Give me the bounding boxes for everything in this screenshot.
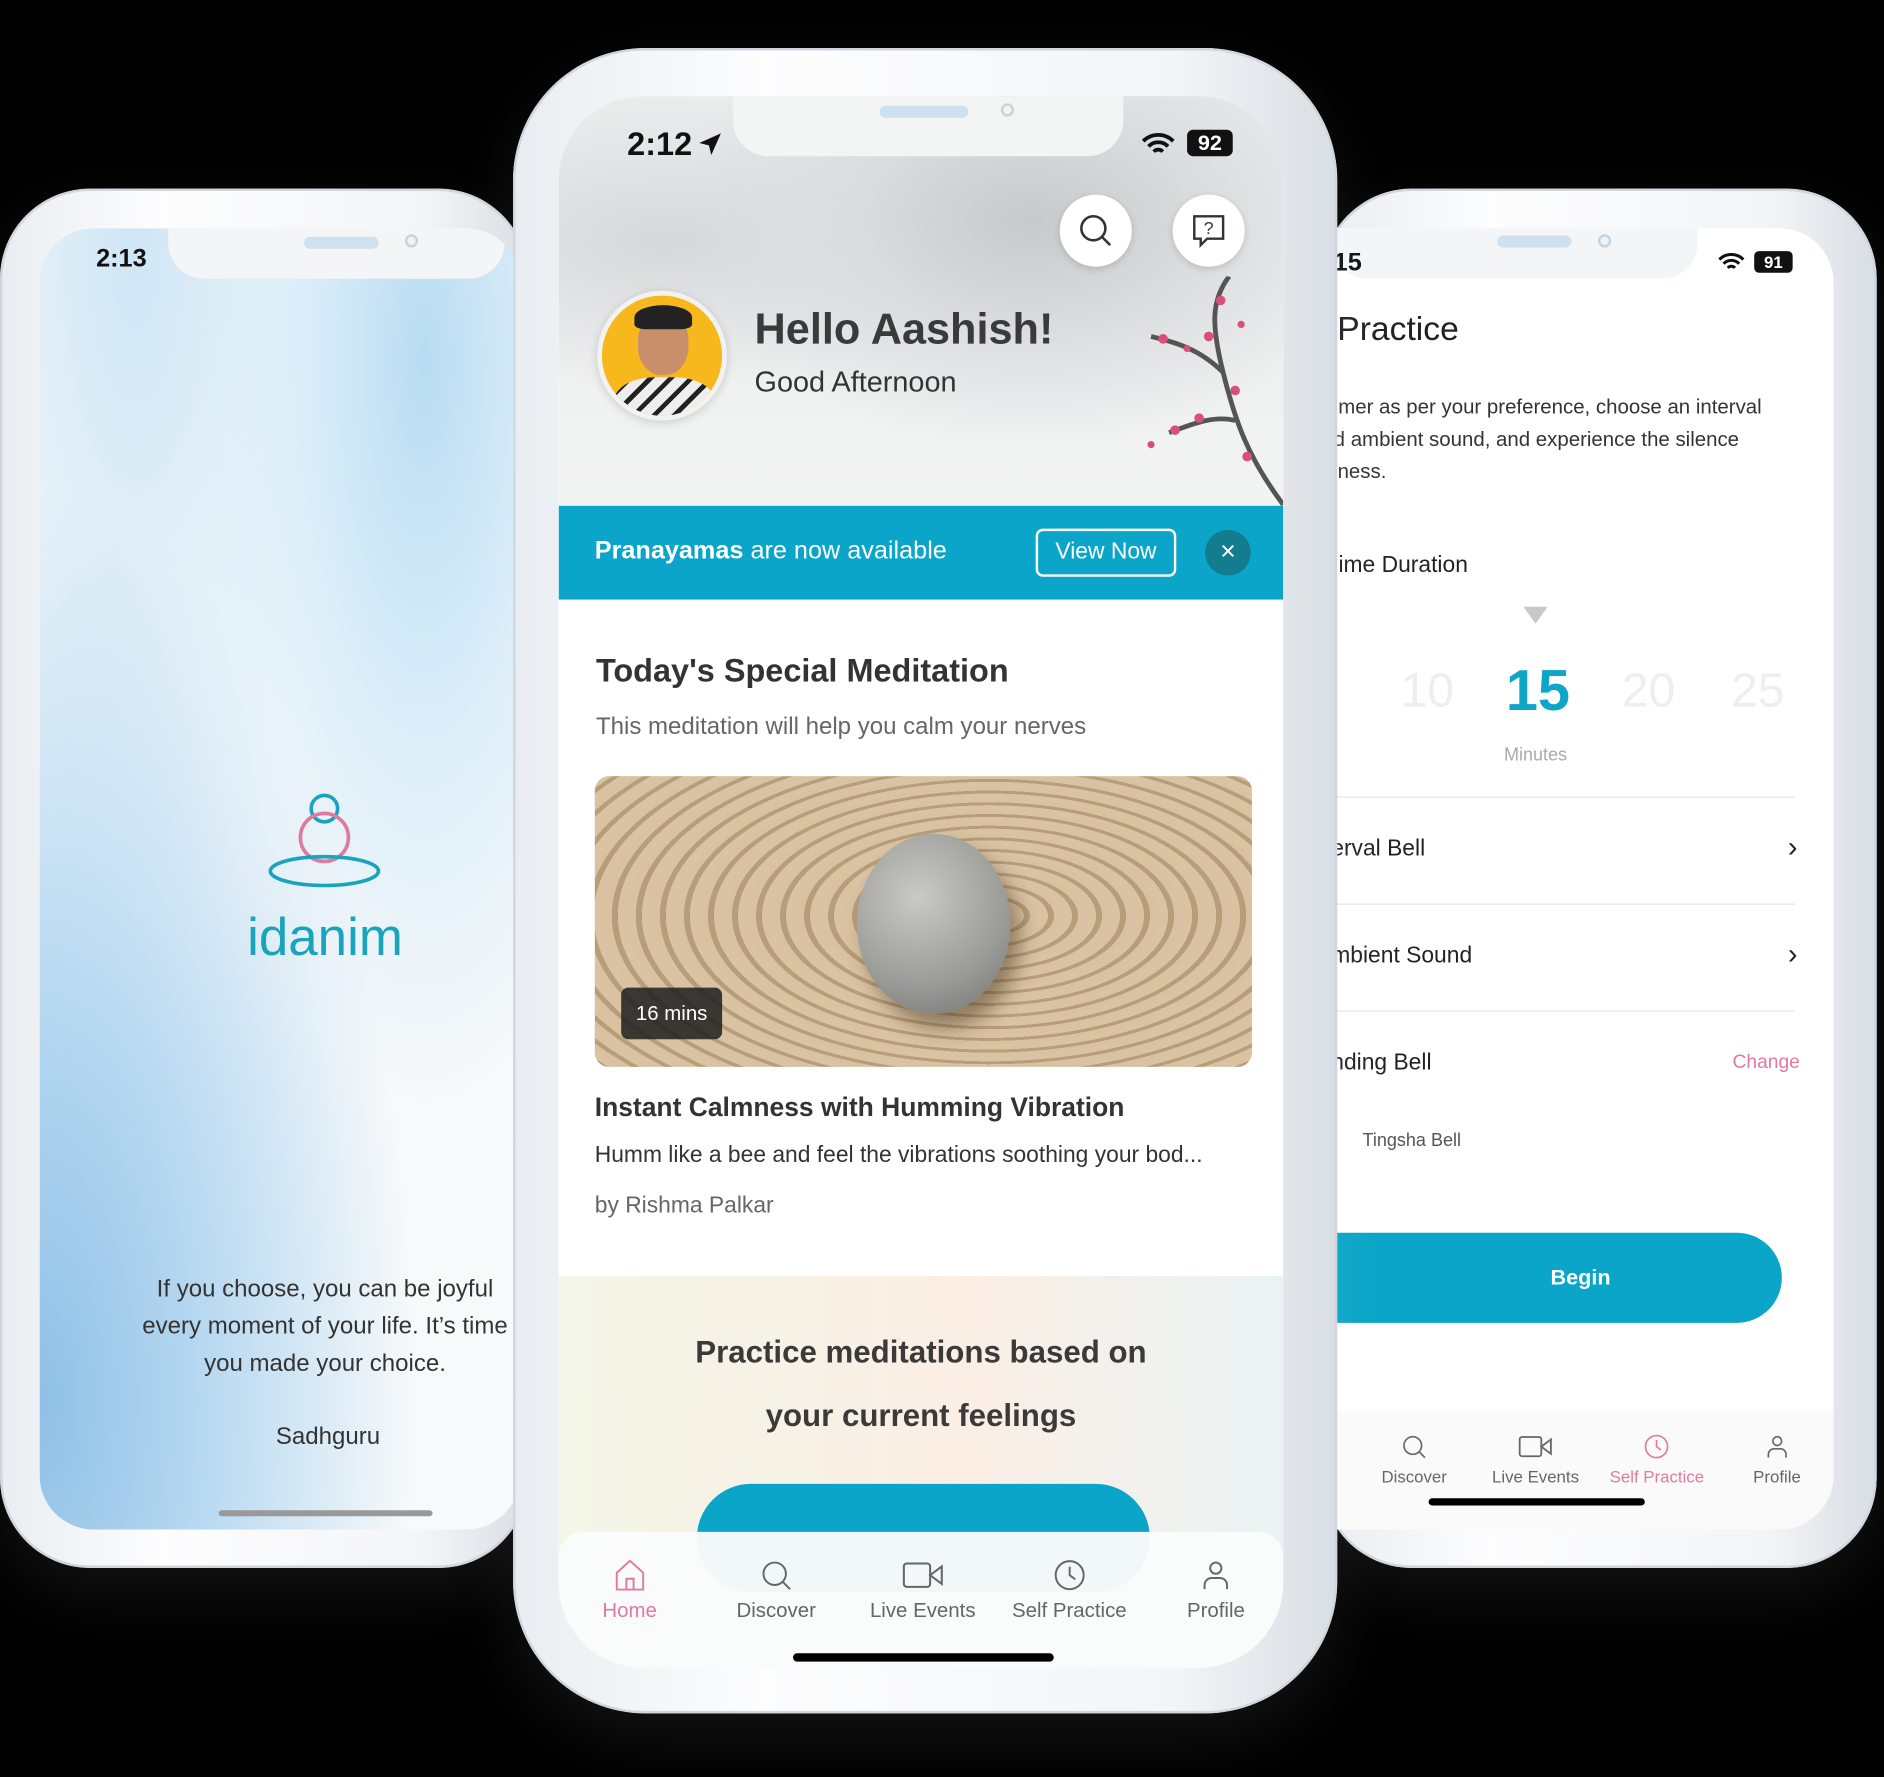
idanim-logo-icon [268,793,381,888]
quote: If you choose, you can be joyful every m… [40,1271,521,1383]
description-line: d ambient sound, and experience the sile… [1333,427,1740,451]
tab-discover[interactable]: Discover [1381,1433,1447,1486]
announcement-banner: Pranayamas are now available View Now × [558,505,1284,600]
description-line: imer as per your preference, choose an i… [1333,395,1762,419]
sub-greeting: Good Afternoon [754,366,957,399]
begin-button[interactable]: Begin [1331,1232,1782,1323]
clock-icon [1645,1434,1669,1459]
feelings-title-line: Practice meditations based on [695,1333,1147,1370]
description-line: 'ness. [1333,460,1387,484]
quote-line: If you choose, you can be joyful [156,1275,494,1303]
tab-self-practice[interactable]: Self Practice [1610,1433,1704,1486]
quote-line: you made your choice. [204,1350,446,1377]
tab-home[interactable]: Home [602,1558,657,1623]
ambient-sound-row[interactable]: mbient Sound › [1331,938,1797,970]
card-description: Humm like a bee and feel the vibrations … [594,1142,1203,1168]
home-icon [615,1559,644,1591]
section-subtitle: This meditation will help you calm your … [595,713,1087,741]
search-icon [1403,1435,1426,1459]
quote-line: every moment of your life. It’s time [142,1313,508,1340]
meditation-card-image[interactable]: 16 mins [594,776,1252,1067]
row-label: erval Bell [1331,836,1426,862]
duration-label: ime Duration [1338,552,1468,578]
section-title: Today's Special Meditation [595,652,1009,689]
chevron-right-icon: › [1787,938,1798,971]
status-time: 2:13 [96,245,147,273]
help-button[interactable]: ? [1172,194,1245,267]
home-indicator [792,1653,1054,1662]
video-camera-icon [1518,1436,1553,1458]
page-title: Practice [1337,309,1459,348]
description: imer as per your preference, choose an i… [1334,390,1762,487]
change-link[interactable]: Change [1733,1053,1800,1075]
quote-author: Sadhguru [275,1423,381,1451]
feelings-section: Practice meditations based on your curre… [558,1275,1284,1592]
avatar[interactable] [597,290,727,421]
cherry-blossom-branch-icon [1147,276,1284,507]
close-banner-button[interactable]: × [1205,529,1251,576]
tab-profile[interactable]: Profile [1753,1433,1801,1486]
help-chat-icon: ? [1193,215,1225,249]
banner-highlight: Pranayamas [594,537,744,565]
tab-live-events[interactable]: Live Events [1492,1433,1579,1486]
tab-live-events[interactable]: Live Events [870,1558,976,1623]
search-icon [762,1561,791,1590]
banner-text: are now available [743,537,947,565]
wifi-icon [1718,252,1745,270]
search-button[interactable] [1059,194,1132,267]
tab-profile[interactable]: Profile [1187,1558,1245,1623]
status-time: 15 [1333,248,1362,277]
picker-pointer-icon [1523,606,1548,624]
row-label: mbient Sound [1331,943,1473,969]
zen-stone [856,833,1011,1015]
self-practice-screen: 15 91 Practice imer as per your preferen… [1331,228,1834,1530]
clock-icon [1054,1560,1085,1591]
ending-bell-value: Tingsha Bell [1362,1130,1462,1152]
user-icon [1203,1561,1229,1590]
view-now-button[interactable]: View Now [1035,528,1177,577]
card-author: by Rishma Palkar [594,1193,774,1219]
home-indicator [218,1510,433,1517]
tab-self-practice[interactable]: Self Practice [1012,1558,1127,1623]
video-camera-icon [902,1562,943,1588]
greeting: Hello Aashish! [754,303,1054,354]
chevron-right-icon: › [1787,831,1798,864]
svg-text:?: ? [1204,218,1214,238]
left-splash-screen: 2:13 idanim If you choose, you can be jo… [39,228,521,1530]
ending-bell-row: nding Bell Change [1331,1050,1800,1076]
bottom-tab-bar: Home Discover Live Events Self Practice … [558,1531,1284,1668]
duration-badge: 16 mins [621,987,723,1040]
logo-text: idanim [247,908,403,968]
card-title[interactable]: Instant Calmness with Humming Vibration [595,1092,1125,1123]
user-icon [1767,1435,1787,1458]
bottom-tab-bar: Discover Live Events Self Practice Profi… [1331,1411,1834,1530]
status-time: 2:12 [627,126,693,163]
feelings-title-line: your current feelings [765,1397,1077,1434]
interval-bell-row[interactable]: erval Bell › [1331,831,1797,863]
location-arrow-icon [699,133,721,155]
wifi-icon [1141,133,1175,154]
phones-showcase: 2:13 idanim If you choose, you can be jo… [0,0,1884,1777]
search-icon [1080,214,1112,247]
picker-unit: Minutes [1503,744,1568,766]
row-label: nding Bell [1331,1050,1432,1076]
home-screen: 2:12 92 ? Hello Aashish! Good Afternoon … [558,96,1284,1668]
tab-discover[interactable]: Discover [736,1558,816,1623]
home-indicator [1428,1498,1645,1506]
battery-indicator: 92 [1187,129,1233,157]
battery-indicator: 91 [1754,251,1793,273]
